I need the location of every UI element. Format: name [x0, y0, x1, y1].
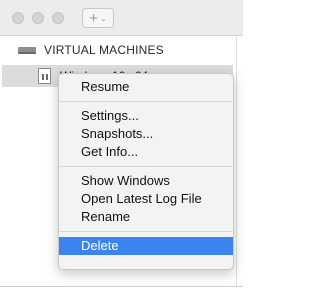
section-title: VIRTUAL MACHINES	[44, 43, 164, 57]
menu-item-show-windows[interactable]: Show Windows	[59, 172, 233, 190]
close-light-icon[interactable]	[12, 12, 24, 24]
menu-item-resume[interactable]: Resume	[59, 78, 233, 96]
menu-item-delete[interactable]: Delete	[59, 237, 233, 255]
menu-item-settings[interactable]: Settings...	[59, 107, 233, 125]
menu-separator	[59, 101, 233, 102]
sidebar-divider	[236, 36, 237, 286]
section-header-virtual-machines: VIRTUAL MACHINES	[18, 42, 164, 58]
menu-item-snapshots[interactable]: Snapshots...	[59, 125, 233, 143]
menu-item-open-latest-log-file[interactable]: Open Latest Log File	[59, 190, 233, 208]
plus-icon: +	[89, 9, 99, 27]
add-vm-button[interactable]: + ⌄	[82, 8, 114, 28]
window-bottom-border	[0, 286, 243, 287]
minimize-light-icon[interactable]	[32, 12, 44, 24]
zoom-light-icon[interactable]	[52, 12, 64, 24]
vm-document-icon	[38, 68, 51, 84]
menu-separator	[59, 166, 233, 167]
menu-item-get-info[interactable]: Get Info...	[59, 143, 233, 161]
chevron-down-icon: ⌄	[100, 14, 107, 23]
drive-icon	[18, 46, 36, 54]
context-menu: Resume Settings... Snapshots... Get Info…	[58, 73, 234, 270]
menu-separator	[59, 231, 233, 232]
window-titlebar: + ⌄	[0, 0, 243, 36]
menu-item-rename[interactable]: Rename	[59, 208, 233, 226]
